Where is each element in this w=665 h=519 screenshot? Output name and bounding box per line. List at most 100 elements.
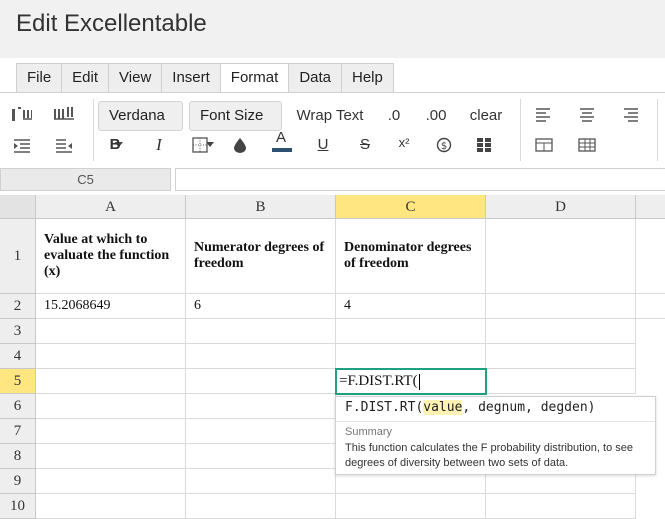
cell-d2[interactable] <box>486 294 636 319</box>
indent-increase-icon[interactable] <box>10 134 34 158</box>
cell-c1[interactable]: Denominator degrees of freedom <box>336 219 486 294</box>
row-header-4[interactable]: 4 <box>0 344 36 369</box>
align-top-icon[interactable] <box>10 103 34 127</box>
name-box[interactable]: C5 <box>0 168 171 191</box>
row-header-2[interactable]: 2 <box>0 294 36 319</box>
table-cell[interactable] <box>186 444 336 469</box>
decimal-decrease-button[interactable]: .0 <box>380 102 408 130</box>
superscript-button[interactable]: x² <box>392 129 416 157</box>
fill-color-icon[interactable] <box>228 133 252 157</box>
table-cell[interactable] <box>186 494 336 519</box>
table-cell[interactable] <box>36 344 186 369</box>
align-left-icon[interactable] <box>532 103 556 127</box>
row-header-5[interactable]: 5 <box>0 369 36 394</box>
summary-label: Summary <box>345 426 393 438</box>
menu-help[interactable]: Help <box>341 63 394 93</box>
column-header-c[interactable]: C <box>336 195 486 219</box>
cell-e1[interactable] <box>636 219 665 294</box>
row-header-9[interactable]: 9 <box>0 469 36 494</box>
table-cell[interactable] <box>36 469 186 494</box>
table-cell[interactable] <box>486 369 636 394</box>
text-color-button[interactable]: A <box>270 127 292 155</box>
function-name: F.DIST.RT( <box>345 400 424 415</box>
indent-decrease-icon[interactable] <box>52 134 76 158</box>
active-argument: value <box>423 400 463 415</box>
table-cell[interactable] <box>36 369 186 394</box>
cell-editor-text: =F.DIST.RT( <box>339 373 418 389</box>
underline-button[interactable]: U <box>312 131 334 159</box>
table-cell[interactable] <box>186 419 336 444</box>
row-header-1[interactable]: 1 <box>0 219 36 294</box>
table-icon[interactable] <box>575 133 599 157</box>
font-family-dropdown[interactable]: Verdana <box>98 101 183 147</box>
row-header-3[interactable]: 3 <box>0 319 36 344</box>
table-cell[interactable] <box>186 319 336 344</box>
table-cell[interactable] <box>186 469 336 494</box>
formula-bar-input[interactable] <box>175 168 665 191</box>
table-cell[interactable] <box>36 394 186 419</box>
table-cell[interactable] <box>486 494 636 519</box>
cell-c2[interactable]: 4 <box>336 294 486 319</box>
wrap-text-button[interactable]: Wrap Text <box>293 102 367 130</box>
table-cell[interactable] <box>36 444 186 469</box>
column-header-b[interactable]: B <box>186 195 336 219</box>
font-size-dropdown[interactable]: Font Size <box>189 101 282 147</box>
table-cell[interactable] <box>186 369 336 394</box>
clear-button[interactable]: clear <box>466 102 506 130</box>
table-cell[interactable] <box>486 319 636 344</box>
column-header-e[interactable] <box>636 195 665 219</box>
table-cell[interactable] <box>486 344 636 369</box>
column-header-a[interactable]: A <box>36 195 186 219</box>
conditional-format-icon[interactable] <box>472 133 496 157</box>
cell-c5-editor[interactable]: =F.DIST.RT( <box>335 368 487 395</box>
toolbar: Verdana Font Size Wrap Text .0 .00 clear… <box>0 92 665 164</box>
svg-text:$: $ <box>441 141 447 152</box>
cell-b1[interactable]: Numerator degrees of freedom <box>186 219 336 294</box>
align-center-icon[interactable] <box>575 103 599 127</box>
row-header-8[interactable]: 8 <box>0 444 36 469</box>
currency-icon[interactable]: $ <box>432 133 456 157</box>
italic-button[interactable]: I <box>148 131 170 159</box>
cell-a1[interactable]: Value at which to evaluate the function … <box>36 219 186 294</box>
menu-bar: File Edit View Insert Format Data Help <box>16 63 394 93</box>
row-header-7[interactable]: 7 <box>0 419 36 444</box>
row-header-6[interactable]: 6 <box>0 394 36 419</box>
menu-edit[interactable]: Edit <box>61 63 110 93</box>
table-cell[interactable] <box>36 319 186 344</box>
text-color-swatch <box>272 148 292 152</box>
table-cell[interactable] <box>336 319 486 344</box>
cell-a2[interactable]: 15.2068649 <box>36 294 186 319</box>
menu-insert[interactable]: Insert <box>161 63 221 93</box>
menu-view[interactable]: View <box>108 63 163 93</box>
borders-icon[interactable] <box>188 133 212 157</box>
toolbar-separator <box>93 99 94 161</box>
menu-data[interactable]: Data <box>288 63 342 93</box>
row-header-10[interactable]: 10 <box>0 494 36 519</box>
summary-text: This function calculates the F probabili… <box>345 442 633 469</box>
table-cell[interactable] <box>186 344 336 369</box>
column-header-d[interactable]: D <box>486 195 636 219</box>
cell-b2[interactable]: 6 <box>186 294 336 319</box>
table-cell[interactable] <box>36 494 186 519</box>
function-tooltip: F.DIST.RT(value, degnum, degden) Summary… <box>335 396 656 475</box>
menu-file[interactable]: File <box>16 63 63 93</box>
align-middle-icon[interactable] <box>52 103 76 127</box>
table-cell[interactable] <box>186 394 336 419</box>
decimal-increase-button[interactable]: .00 <box>420 102 452 130</box>
merge-cells-icon[interactable] <box>532 133 556 157</box>
table-cell[interactable] <box>336 494 486 519</box>
table-cell[interactable] <box>336 344 486 369</box>
remaining-arguments: , degnum, degden) <box>462 400 596 415</box>
select-all-corner[interactable] <box>0 195 36 219</box>
strikethrough-button[interactable]: S <box>354 131 376 159</box>
cell-d1[interactable] <box>486 219 636 294</box>
title-bar: Edit Excellentable <box>0 0 665 58</box>
align-right-icon[interactable] <box>618 103 642 127</box>
table-cell[interactable] <box>36 419 186 444</box>
font-size-value: Font Size <box>200 107 264 124</box>
menu-format[interactable]: Format <box>219 63 290 93</box>
app-title: Edit Excellentable <box>16 10 207 37</box>
bold-button[interactable]: B <box>104 131 126 159</box>
cell-e2[interactable] <box>636 294 665 319</box>
font-family-value: Verdana <box>109 107 165 124</box>
